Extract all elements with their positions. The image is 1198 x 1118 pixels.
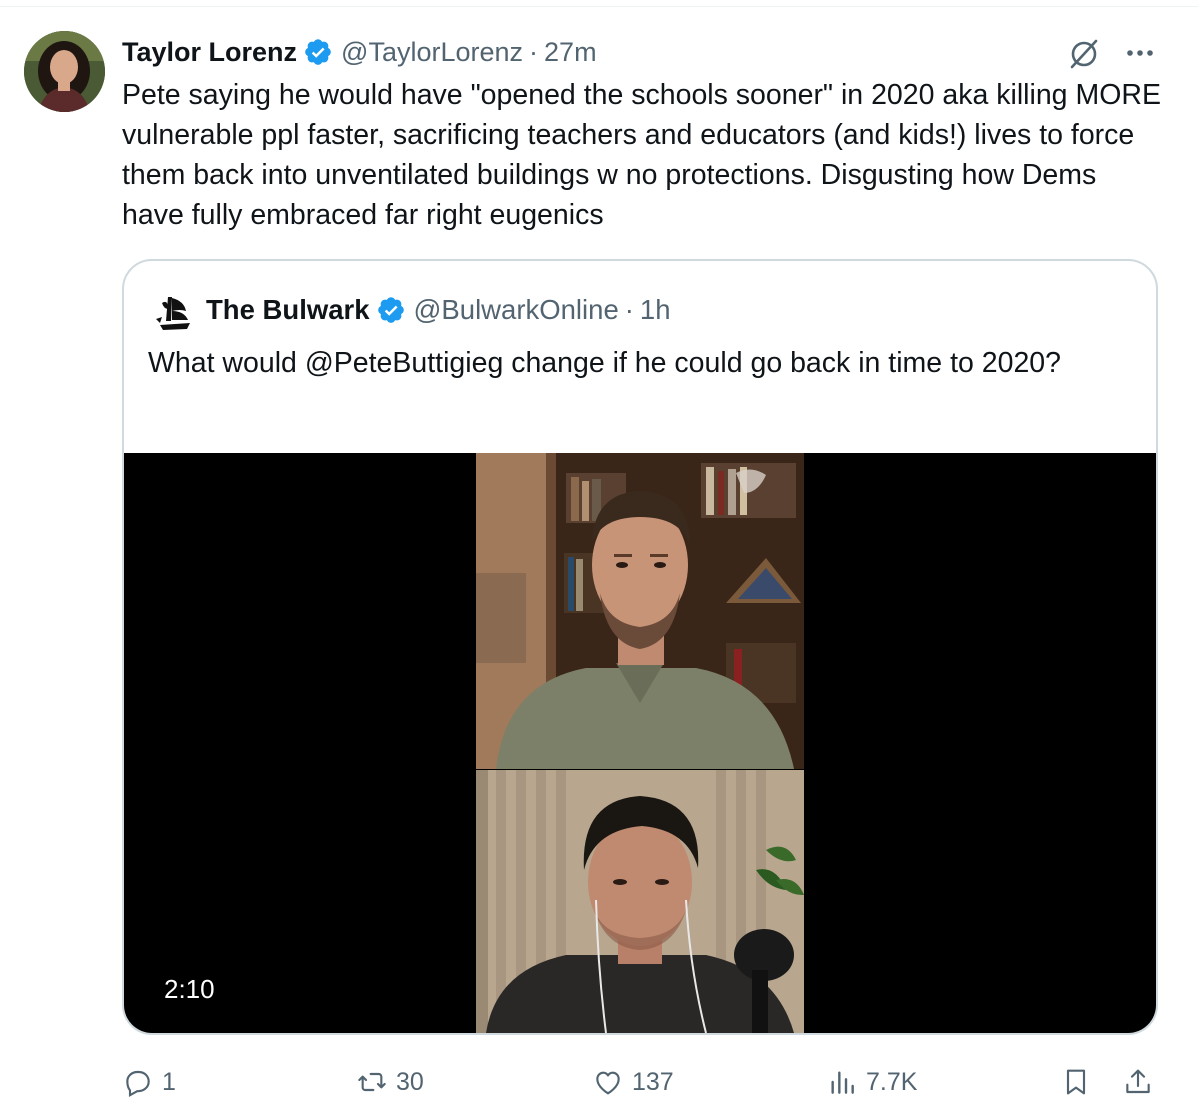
grok-icon[interactable] — [1066, 36, 1102, 72]
more-icon[interactable] — [1120, 38, 1160, 68]
header-separator: · — [529, 36, 539, 67]
reply-icon — [126, 1070, 150, 1098]
verified-badge-icon — [303, 37, 333, 67]
like-count: 137 — [632, 1067, 674, 1096]
like-icon — [596, 1071, 620, 1095]
quoted-author-name[interactable]: The Bulwark — [206, 294, 370, 326]
video-duration: 2:10 — [164, 974, 215, 1004]
reply-button[interactable]: 1 — [122, 1062, 176, 1102]
bulwark-logo-icon — [154, 289, 196, 331]
share-icon — [1126, 1069, 1150, 1094]
video-frame-bottom — [476, 770, 804, 1033]
reply-count: 1 — [162, 1067, 176, 1096]
tweet-timestamp[interactable]: 27m — [544, 37, 597, 68]
repost-count: 30 — [396, 1067, 424, 1096]
tweet-header: Taylor Lorenz @TaylorLorenz · 27m — [122, 33, 597, 71]
views-count: 7.7K — [866, 1067, 918, 1096]
bookmark-icon — [1066, 1069, 1086, 1095]
views-icon — [831, 1071, 854, 1094]
quoted-tweet-text: What would @PeteButtigieg change if he c… — [148, 347, 1062, 379]
views-button[interactable]: 7.7K — [826, 1062, 917, 1102]
action-bar: 1 30 137 7.7K — [0, 1062, 1198, 1102]
quoted-header-separator: · — [624, 294, 634, 325]
video-frame-top — [476, 453, 804, 769]
repost-icon — [358, 1072, 386, 1092]
author-avatar[interactable] — [24, 31, 105, 112]
repost-button[interactable]: 30 — [356, 1062, 424, 1102]
top-divider — [0, 6, 1198, 7]
quoted-timestamp[interactable]: 1h — [640, 294, 671, 326]
video-player[interactable]: 2:10 — [124, 453, 1156, 1033]
author-name[interactable]: Taylor Lorenz — [122, 37, 297, 68]
tweet-text: Pete saying he would have "opened the sc… — [122, 79, 1161, 231]
quoted-tweet-card[interactable]: The Bulwark @BulwarkOnline · 1h What wou… — [122, 259, 1158, 1035]
like-button[interactable]: 137 — [592, 1062, 674, 1102]
quoted-tweet-header: The Bulwark @BulwarkOnline · 1h — [154, 289, 671, 331]
author-handle[interactable]: @TaylorLorenz — [341, 37, 523, 68]
quoted-author-handle[interactable]: @BulwarkOnline — [414, 294, 619, 326]
share-button[interactable] — [1122, 1062, 1162, 1102]
bookmark-button[interactable] — [1060, 1062, 1100, 1102]
verified-badge-icon — [376, 295, 406, 325]
